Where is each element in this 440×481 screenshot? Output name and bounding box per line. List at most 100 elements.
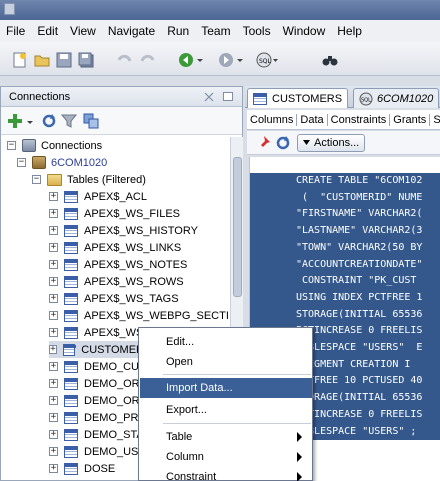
minimize-icon[interactable]	[223, 92, 233, 101]
expand-icon[interactable]: +	[49, 209, 58, 218]
context-menu: Edit... Open Import Data... Export... Ta…	[138, 327, 313, 481]
schema-browser-icon[interactable]	[83, 113, 99, 129]
table-row[interactable]: + DEMO_USE	[49, 443, 146, 460]
table-row[interactable]: + APEX$_ACL	[49, 188, 147, 205]
new-file-icon[interactable]	[12, 52, 28, 68]
scrollbar-thumb[interactable]	[233, 157, 242, 297]
menu-team[interactable]: Team	[195, 24, 236, 38]
code-line: "TOWN" VARCHAR2(50 BY	[250, 239, 440, 257]
table-icon	[64, 241, 78, 254]
expand-icon[interactable]: +	[49, 192, 58, 201]
close-icon[interactable]	[204, 92, 214, 102]
table-row[interactable]: + APEX$_WS_HISTORY	[49, 222, 198, 239]
subtab-more[interactable]: S	[430, 114, 440, 126]
submenu-arrow-icon	[297, 432, 302, 442]
expand-icon[interactable]: +	[49, 464, 58, 473]
table-row[interactable]: + APEX$_WS_FILES	[49, 205, 180, 222]
back-dropdown-icon[interactable]	[196, 52, 204, 68]
expand-icon[interactable]: +	[49, 345, 57, 354]
forward-dropdown-icon[interactable]	[236, 52, 244, 68]
expand-icon[interactable]: +	[49, 311, 58, 320]
table-row[interactable]: + DEMO_ORI	[49, 392, 143, 409]
table-icon	[64, 360, 78, 373]
menu-navigate[interactable]: Navigate	[102, 24, 161, 38]
expand-icon[interactable]: +	[49, 362, 58, 371]
table-row-selected[interactable]: + CUSTOMER	[49, 341, 144, 358]
subtab-columns[interactable]: Columns	[247, 113, 298, 126]
expand-icon[interactable]: +	[49, 379, 58, 388]
actions-button[interactable]: Actions...	[297, 134, 366, 152]
subtab-constraints[interactable]: Constraints	[328, 113, 391, 126]
tree-item-tables-folder[interactable]: − Tables (Filtered)	[32, 171, 146, 188]
sql-worksheet-icon[interactable]: SQL	[256, 52, 278, 68]
table-row[interactable]: + DEMO_ORI	[49, 375, 143, 392]
menu-item-constraint[interactable]: Constraint	[140, 467, 312, 481]
menu-item-table[interactable]: Table	[140, 427, 312, 447]
tree-item-database[interactable]: − 6COM1020	[17, 154, 107, 171]
subtab-data[interactable]: Data	[297, 113, 328, 126]
menu-view[interactable]: View	[64, 24, 102, 38]
code-line: "LASTNAME" VARCHAR2(3	[250, 223, 440, 240]
menu-help[interactable]: Help	[331, 24, 368, 38]
menu-item-column[interactable]: Column	[140, 447, 312, 467]
menu-separator	[163, 423, 311, 424]
tree-item-connections[interactable]: − Connections	[7, 137, 102, 154]
expand-icon[interactable]: +	[49, 226, 58, 235]
menu-item-export[interactable]: Export...	[140, 400, 312, 420]
menu-file[interactable]: File	[0, 24, 31, 38]
menu-edit[interactable]: Edit	[31, 24, 64, 38]
table-row[interactable]: +APEX$_WS_WEBPG_SECTION	[49, 307, 229, 324]
subtab-grants[interactable]: Grants	[390, 113, 431, 126]
collapse-icon[interactable]: −	[32, 175, 41, 184]
pin-icon[interactable]	[255, 135, 271, 151]
tab-sql-worksheet[interactable]: SQL 6COM1020	[353, 88, 440, 108]
menu-item-import-data[interactable]: Import Data...	[140, 378, 312, 398]
collapse-icon[interactable]: −	[7, 141, 16, 150]
add-connection-dropdown-icon[interactable]	[26, 117, 34, 125]
back-arrow-icon[interactable]	[178, 52, 194, 68]
refresh-icon[interactable]	[275, 135, 291, 151]
refresh-icon[interactable]	[41, 113, 57, 129]
undo-icon[interactable]	[116, 52, 132, 68]
table-row[interactable]: + DEMO_STA	[49, 426, 144, 443]
table-row[interactable]: + APEX$_WS_TAGS	[49, 290, 179, 307]
collapse-icon[interactable]: −	[17, 158, 26, 167]
table-icon	[64, 411, 78, 424]
table-row[interactable]: + APEX$_WS_NOTES	[49, 256, 187, 273]
code-line: CREATE TABLE "6COM102	[250, 173, 440, 190]
table-row[interactable]: + DOSE	[49, 460, 115, 477]
expand-icon[interactable]: +	[49, 277, 58, 286]
menu-item-edit[interactable]: Edit...	[140, 332, 312, 352]
tab-customers[interactable]: CUSTOMERS	[247, 88, 349, 108]
expand-icon[interactable]: +	[49, 328, 58, 337]
open-folder-icon[interactable]	[34, 52, 50, 68]
menu-separator	[163, 374, 311, 375]
save-all-icon[interactable]	[78, 52, 94, 68]
filter-icon[interactable]	[60, 113, 78, 129]
menu-run[interactable]: Run	[161, 24, 195, 38]
table-row[interactable]: + DEMO_CUS	[49, 358, 146, 375]
menu-tools[interactable]: Tools	[237, 24, 277, 38]
table-row[interactable]: + APEX$_WS	[49, 324, 143, 341]
find-binoculars-icon[interactable]	[322, 52, 338, 68]
add-connection-icon[interactable]	[7, 113, 23, 129]
redo-icon[interactable]	[140, 52, 156, 68]
expand-icon[interactable]: +	[49, 294, 58, 303]
code-line: "ACCOUNTCREATIONDATE"	[250, 256, 440, 274]
expand-icon[interactable]: +	[49, 260, 58, 269]
submenu-arrow-icon	[297, 452, 302, 462]
menu-window[interactable]: Window	[277, 24, 332, 38]
table-row[interactable]: + APEX$_WS_LINKS	[49, 239, 181, 256]
expand-icon[interactable]: +	[49, 396, 58, 405]
table-row[interactable]: + APEX$_WS_ROWS	[49, 273, 184, 290]
table-row[interactable]: + DEMO_PRO	[49, 409, 147, 426]
expand-icon[interactable]: +	[49, 430, 58, 439]
menu-item-open[interactable]: Open	[140, 352, 312, 372]
expand-icon[interactable]: +	[49, 243, 58, 252]
table-icon	[64, 275, 78, 288]
forward-arrow-icon[interactable]	[218, 52, 234, 68]
expand-icon[interactable]: +	[49, 413, 58, 422]
expand-icon[interactable]: +	[49, 447, 58, 456]
main-toolbar: SQL	[0, 42, 440, 76]
save-icon[interactable]	[56, 52, 72, 68]
